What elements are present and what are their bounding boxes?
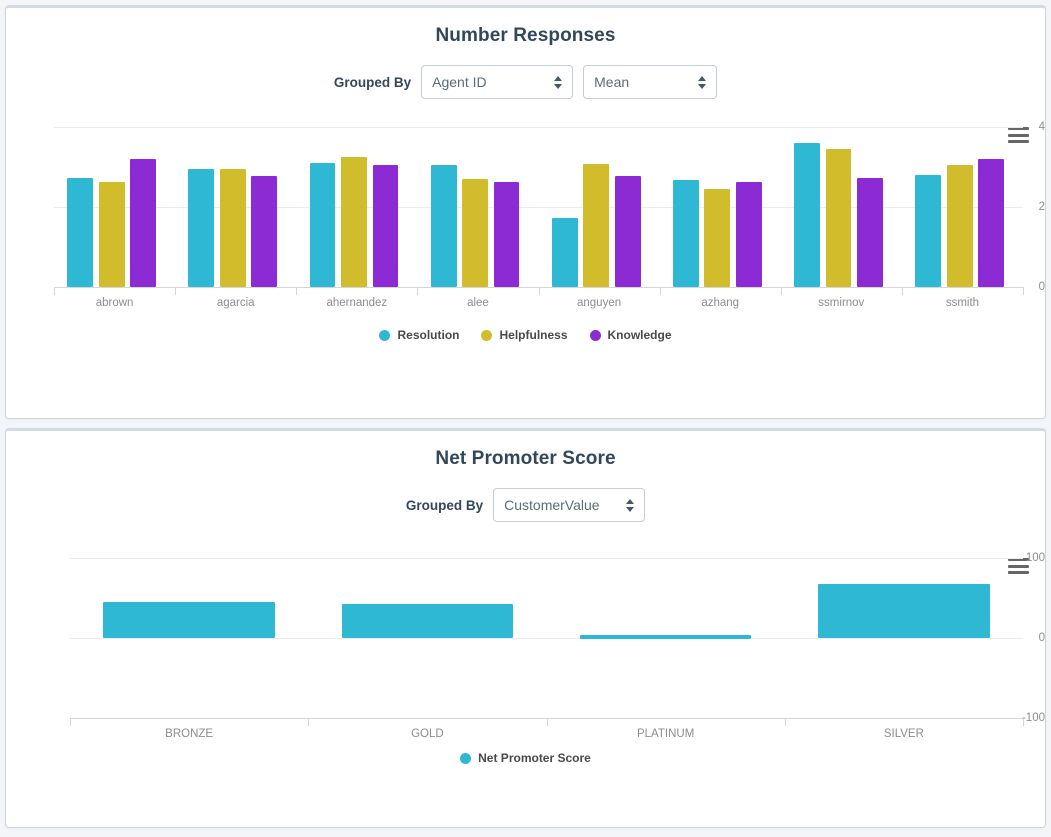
chart2-legend: Net Promoter Score [6,751,1045,765]
aggregation-select-value: Mean [594,74,629,90]
bar[interactable] [552,218,578,287]
net-promoter-score-chart: -1000100BRONZEGOLDPLATINUMSILVER Net Pro… [6,536,1045,751]
x-axis-tick [902,287,903,295]
chart2-controls: Grouped By CustomerValue [6,488,1045,522]
group-by-select[interactable]: CustomerValue [493,488,645,522]
x-axis-tick-label: anguyen [577,297,621,309]
bar[interactable] [310,163,336,287]
x-axis-tick-label: azhang [701,297,739,309]
group-by-select[interactable]: Agent ID [421,65,573,99]
bar[interactable] [857,178,883,287]
x-axis-tick [1023,287,1024,295]
zero-line [70,638,1023,639]
bar[interactable] [251,176,277,287]
legend-label: Knowledge [608,328,672,342]
x-axis-tick [70,718,71,726]
x-axis-tick-label: PLATINUM [637,728,694,740]
bar[interactable] [99,182,125,287]
x-axis-tick-label: ahernandez [326,297,387,309]
bar[interactable] [462,179,488,287]
y-axis-tick-label: 0 [1009,281,1045,293]
gridline [54,127,1023,128]
legend-color-dot [379,330,390,341]
legend-item[interactable]: Knowledge [590,328,672,342]
x-axis-tick [1023,718,1024,726]
bar[interactable] [794,143,820,287]
y-axis-tick-label: 100 [993,552,1045,564]
grouped-by-label: Grouped By [406,498,483,513]
bar[interactable] [818,584,990,638]
chevron-updown-icon [626,497,635,513]
bar[interactable] [704,189,730,287]
chart1-controls: Grouped By Agent ID Mean [6,65,1045,99]
x-axis-tick-label: alee [467,297,489,309]
bar[interactable] [978,159,1004,287]
legend-item[interactable]: Helpfulness [481,328,567,342]
chart1-legend: Resolution Helpfulness Knowledge [6,328,1045,342]
x-axis-tick-label: BRONZE [165,728,213,740]
legend-label: Helpfulness [499,328,567,342]
y-axis-tick-label: 4 [1009,121,1045,133]
legend-color-dot [590,330,601,341]
legend-color-dot [481,330,492,341]
chart2-plot-area: -1000100BRONZEGOLDPLATINUMSILVER [6,536,1045,751]
y-axis-tick-label: 2 [1009,201,1045,213]
aggregation-select[interactable]: Mean [583,65,717,99]
bar[interactable] [736,182,762,287]
legend-item[interactable]: Net Promoter Score [460,751,591,765]
x-axis-tick-label: SILVER [884,728,924,740]
bar[interactable] [188,169,214,287]
y-axis-tick-label: -100 [993,712,1045,724]
x-axis-tick-label: agarcia [217,297,255,309]
bar[interactable] [583,164,609,287]
bar[interactable] [373,165,399,287]
gridline [70,558,1023,559]
bar[interactable] [67,178,93,287]
x-axis-tick [54,287,55,295]
x-axis-tick [308,718,309,726]
x-axis-tick [547,718,548,726]
bar[interactable] [342,604,514,638]
x-axis-tick [296,287,297,295]
x-axis-tick-label: ssmirnov [818,297,864,309]
group-by-select-value: CustomerValue [504,497,599,513]
group-by-select-value: Agent ID [432,74,486,90]
bar[interactable] [580,635,752,639]
bar[interactable] [615,176,641,287]
legend-label: Resolution [397,328,459,342]
chevron-updown-icon [554,74,563,90]
x-axis-tick [660,287,661,295]
page-title: Net Promoter Score [6,431,1045,470]
legend-item[interactable]: Resolution [379,328,459,342]
legend-label: Net Promoter Score [478,751,591,765]
bar[interactable] [673,180,699,287]
bar[interactable] [431,165,457,287]
x-axis-tick [785,718,786,726]
chart1-plot-area: 0 2 4 abrown agarcia ahernandez alee anguyen azh… [6,113,1045,328]
legend-color-dot [460,753,471,764]
x-axis-tick-label: GOLD [411,728,444,740]
bar[interactable] [915,175,941,287]
bar[interactable] [220,169,246,287]
x-axis-tick [781,287,782,295]
bar[interactable] [103,602,275,638]
x-axis-tick [175,287,176,295]
bar[interactable] [826,149,852,287]
bar[interactable] [341,157,367,287]
bar[interactable] [947,165,973,287]
net-promoter-score-card: Net Promoter Score Grouped By CustomerVa… [5,428,1046,828]
chevron-updown-icon [698,74,707,90]
grouped-by-label: Grouped By [334,75,411,90]
x-axis-tick-label: abrown [96,297,134,309]
dashboard-page: Number Responses Grouped By Agent ID Mea… [0,0,1051,837]
x-axis-tick-label: ssmith [946,297,979,309]
bar[interactable] [130,159,156,287]
number-responses-card: Number Responses Grouped By Agent ID Mea… [5,5,1046,419]
x-axis-tick [417,287,418,295]
page-title: Number Responses [6,8,1045,47]
number-responses-chart: 0 2 4 abrown agarcia ahernandez alee anguyen azh… [6,113,1045,328]
bar[interactable] [494,182,520,287]
x-axis-tick [539,287,540,295]
